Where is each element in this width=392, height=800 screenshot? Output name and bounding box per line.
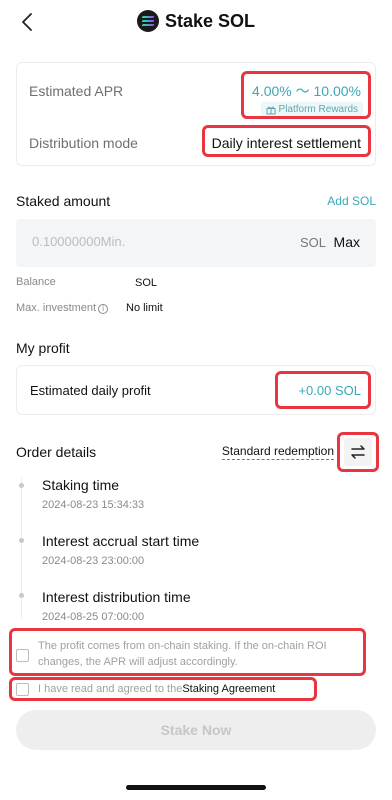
staking-agreement-link[interactable]: Staking Agreement bbox=[182, 683, 275, 695]
agreement-checkbox[interactable] bbox=[16, 683, 29, 696]
timeline-item-time: 2024-08-25 07:00:00 bbox=[42, 611, 145, 623]
order-details-title: Order details bbox=[16, 444, 97, 460]
gift-icon bbox=[266, 106, 276, 114]
distribution-label: Distribution mode bbox=[29, 135, 138, 151]
max-investment-label: Max. investment bbox=[16, 302, 97, 314]
estimated-daily-profit-label: Estimated daily profit bbox=[30, 383, 151, 398]
header-bar: Stake SOL bbox=[0, 0, 392, 46]
stake-now-button[interactable]: Stake Now bbox=[16, 710, 376, 750]
apr-label: Estimated APR bbox=[29, 83, 124, 99]
standard-redemption-label[interactable]: Standard redemption bbox=[221, 444, 334, 460]
info-icon[interactable]: i bbox=[98, 304, 109, 314]
timeline-dot bbox=[19, 593, 24, 598]
balance-label: Balance bbox=[16, 276, 56, 288]
agreement-prefix: I have read and agreed to the bbox=[38, 683, 183, 695]
balance-value: SOL bbox=[135, 277, 158, 289]
estimated-daily-profit-value: +0.00 SOL bbox=[298, 383, 361, 398]
summary-card: Estimated APR 4.00% ～ 10.00% Platform Re… bbox=[16, 62, 376, 166]
timeline-dot bbox=[19, 538, 24, 543]
swap-redemption-button[interactable] bbox=[344, 438, 372, 466]
amount-input[interactable] bbox=[32, 234, 212, 249]
add-sol-link[interactable]: Add SOL bbox=[327, 194, 376, 208]
timeline-item-title: Interest accrual start time bbox=[42, 533, 200, 549]
platform-rewards-badge[interactable]: Platform Rewards bbox=[260, 102, 363, 117]
distribution-value: Daily interest settlement bbox=[211, 135, 361, 151]
platform-rewards-text: Platform Rewards bbox=[278, 104, 358, 115]
disclaimer-checkbox[interactable] bbox=[16, 649, 29, 662]
max-investment-value: No limit bbox=[126, 302, 163, 314]
timeline-item-title: Staking time bbox=[42, 477, 120, 493]
swap-icon bbox=[351, 445, 365, 459]
amount-input-box: SOL Max bbox=[16, 219, 376, 267]
staked-amount-title: Staked amount bbox=[16, 193, 111, 209]
max-investment-row: Max. investment i bbox=[16, 302, 109, 314]
agreement-text: I have read and agreed to theStaking Agr… bbox=[38, 683, 275, 695]
amount-unit: SOL bbox=[299, 235, 326, 250]
timeline-item-title: Interest distribution time bbox=[42, 589, 191, 605]
home-indicator bbox=[126, 785, 266, 790]
page-title: Stake SOL bbox=[164, 10, 256, 31]
solana-logo-icon bbox=[136, 10, 159, 32]
my-profit-title: My profit bbox=[16, 340, 70, 356]
timeline-item-time: 2024-08-23 23:00:00 bbox=[42, 555, 145, 567]
max-button[interactable]: Max bbox=[334, 234, 360, 250]
timeline-item-time: 2024-08-23 15:34:33 bbox=[42, 499, 145, 511]
apr-value: 4.00% ～ 10.00% bbox=[252, 83, 361, 99]
profit-card: Estimated daily profit +0.00 SOL bbox=[16, 365, 376, 415]
disclaimer-text: The profit comes from on-chain staking. … bbox=[38, 640, 327, 668]
timeline-dot bbox=[19, 483, 24, 488]
